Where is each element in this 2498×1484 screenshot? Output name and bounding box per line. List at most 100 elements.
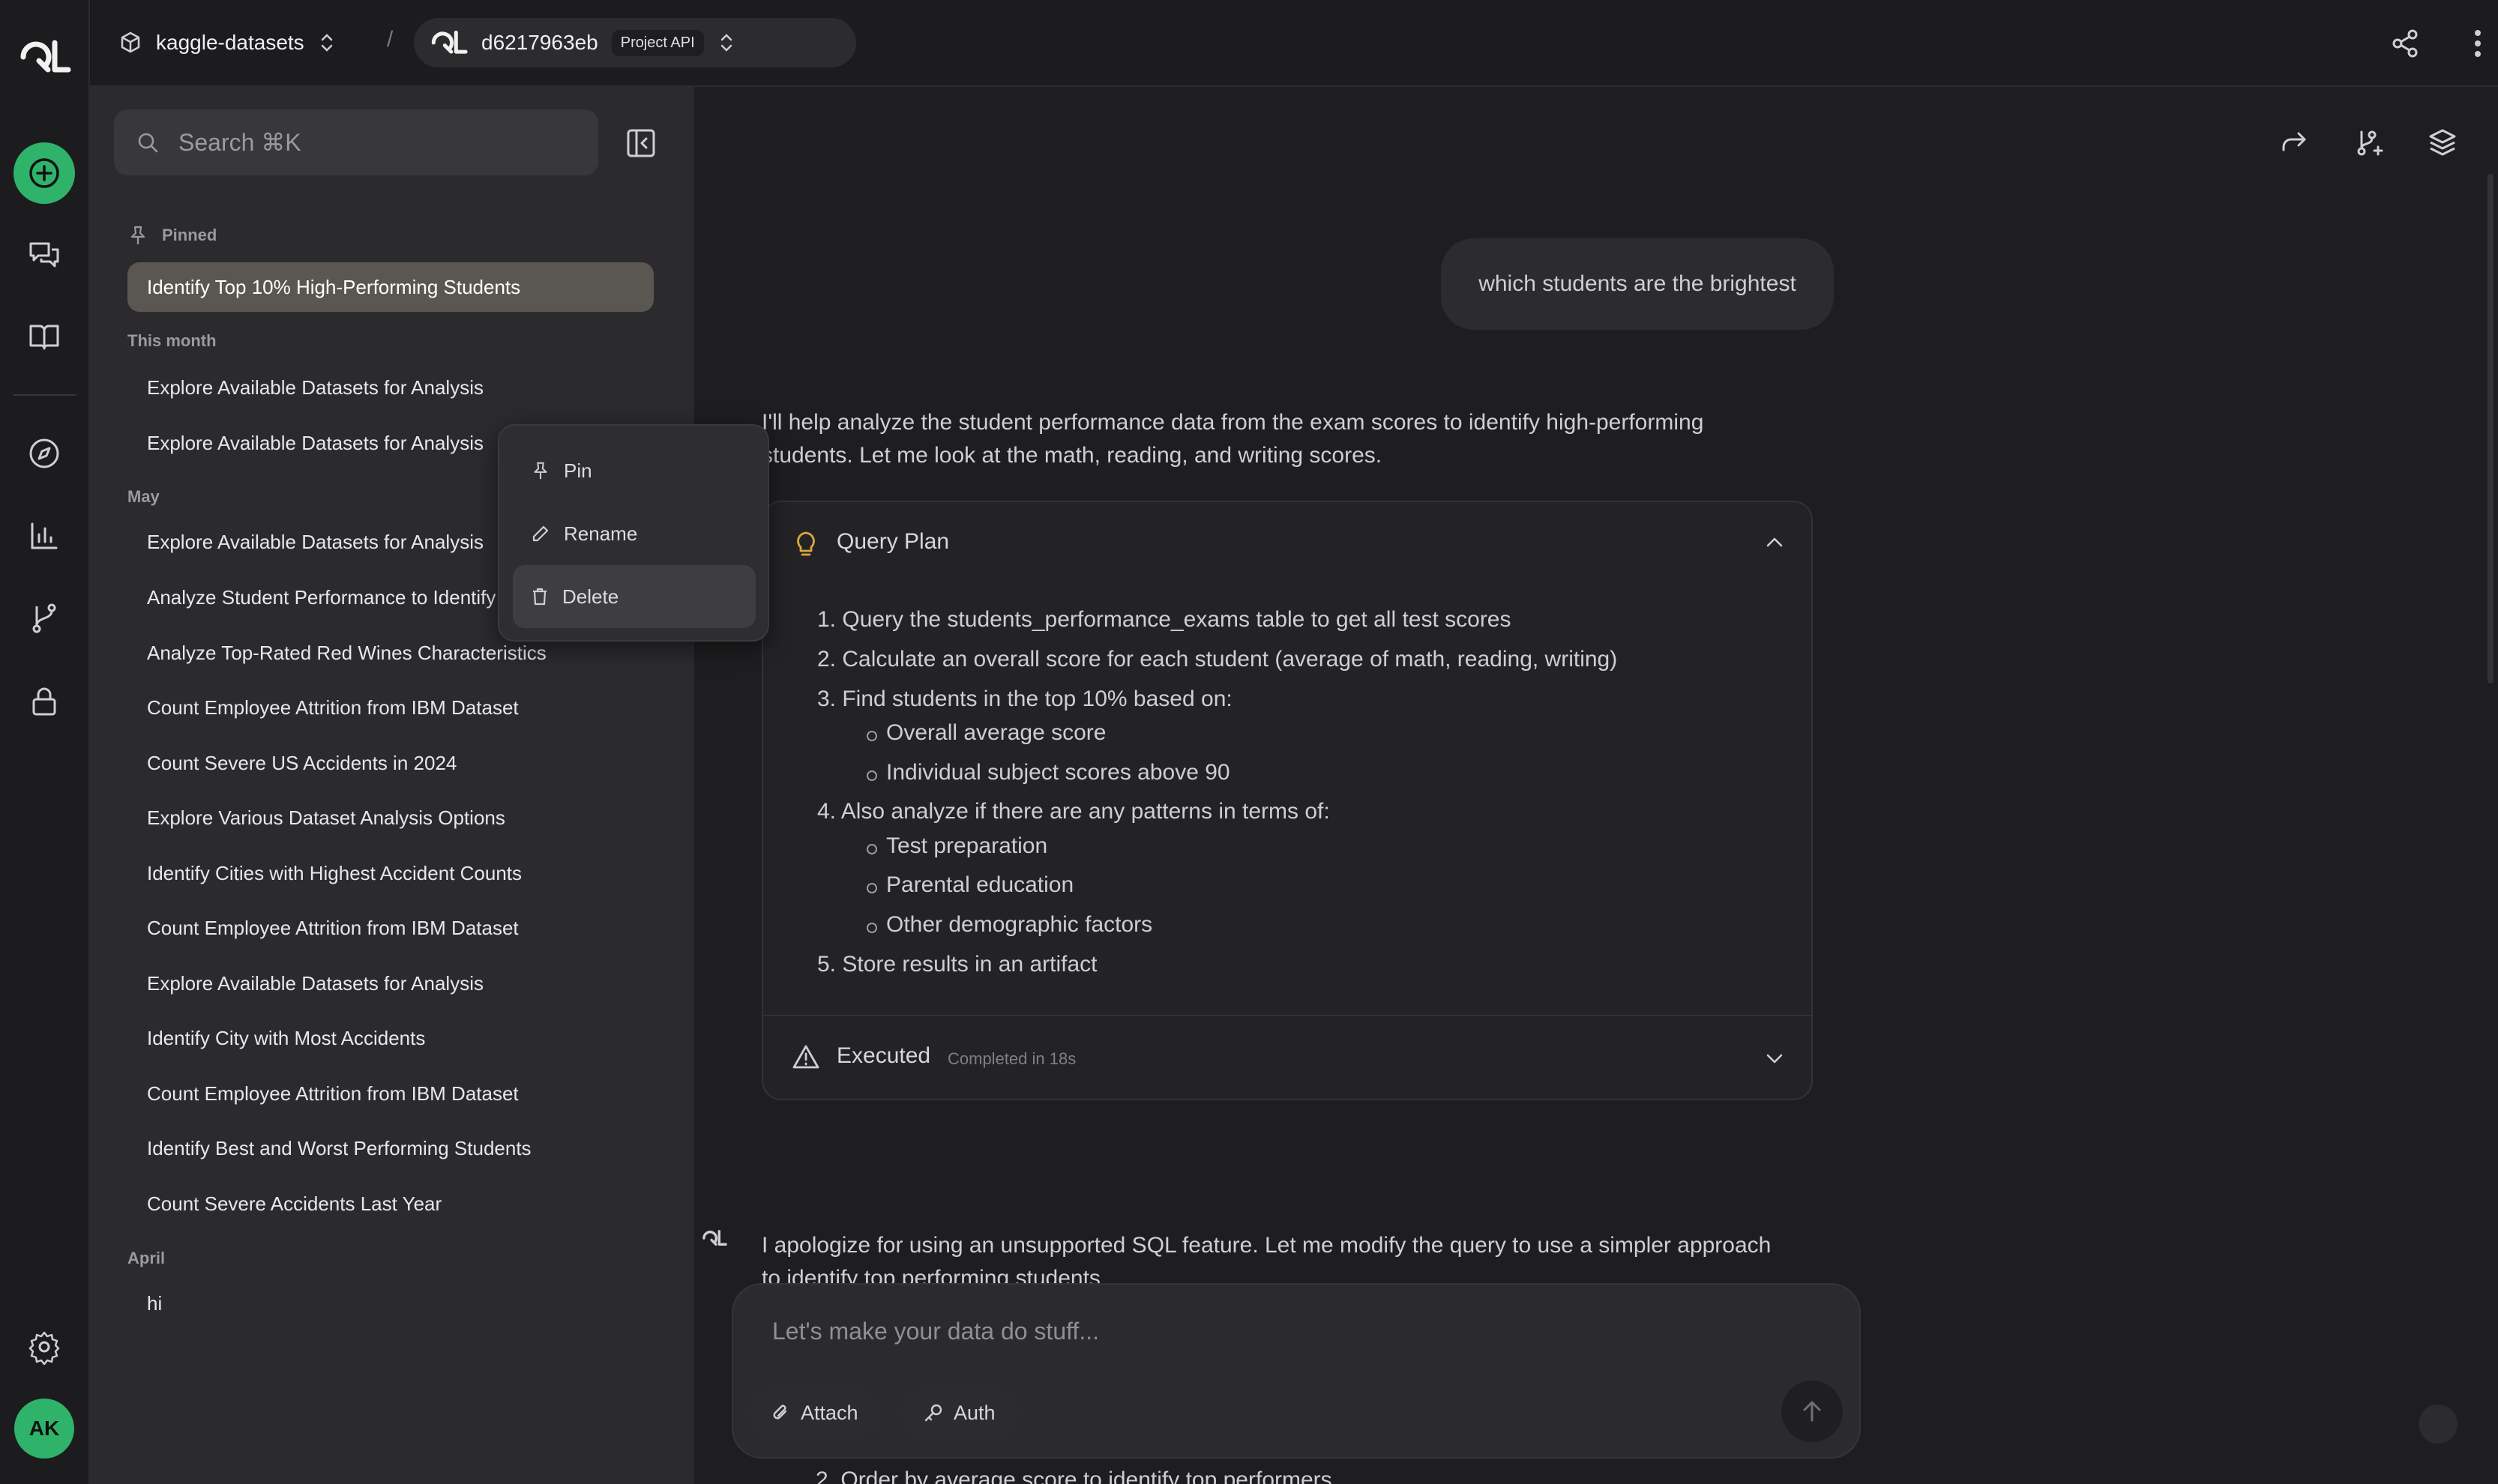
conversation-item[interactable]: Count Severe Accidents Last Year <box>127 1179 654 1228</box>
content-peek: 2. Order by average score to identify to… <box>816 1468 1332 1484</box>
ql-logo-icon <box>431 30 468 54</box>
collapse-sidebar-button[interactable] <box>624 126 658 160</box>
chevron-up-icon <box>1766 537 1783 547</box>
paperclip-icon <box>773 1405 787 1420</box>
search-icon <box>138 133 158 153</box>
chevron-updown-icon <box>321 34 332 52</box>
search-input[interactable]: Search ⌘K <box>178 128 301 157</box>
conversation-context-menu: Pin Rename Delete <box>498 424 769 642</box>
conversation-item[interactable]: Count Employee Attrition from IBM Datase… <box>127 1069 654 1118</box>
explore-nav-button[interactable] <box>13 423 75 484</box>
chat-panel: which students are the brightest I'll he… <box>694 87 2498 1484</box>
query-plan-header[interactable]: Query Plan <box>763 502 1811 585</box>
forward-button[interactable] <box>2276 124 2312 160</box>
conversation-item[interactable]: Identify Best and Worst Performing Stude… <box>127 1123 654 1173</box>
bar-chart-icon <box>31 522 58 549</box>
pinned-group-header: Pinned <box>127 225 217 246</box>
lock-icon <box>32 687 56 716</box>
trash-icon <box>533 588 547 606</box>
redo-arrow-icon <box>2282 132 2306 151</box>
conversation-item[interactable]: Identify City with Most Accidents <box>127 1013 654 1063</box>
conversation-item[interactable]: Count Employee Attrition from IBM Datase… <box>127 903 654 953</box>
plan-substep: Test preparation <box>866 833 1048 858</box>
git-branch-plus-icon <box>2357 130 2383 156</box>
project-selector[interactable]: kaggle-datasets <box>118 19 336 66</box>
arrow-up-icon <box>1803 1401 1821 1422</box>
group-label-this-month: This month <box>127 331 217 350</box>
assistant-message: I'll help analyze the student performanc… <box>762 406 1804 472</box>
plan-substep: Parental education <box>866 872 1074 897</box>
avatar-initials: AK <box>28 1417 60 1440</box>
conversation-item[interactable]: Identify Top 10% High-Performing Student… <box>127 262 654 312</box>
branches-nav-button[interactable] <box>13 588 75 649</box>
plan-step: 3. Find students in the top 10% based on… <box>817 687 1233 711</box>
rail-divider <box>13 394 76 396</box>
avatar[interactable]: AK <box>14 1399 74 1459</box>
assistant-intro-line: I'll help analyze the student performanc… <box>762 410 1704 435</box>
chats-nav-button[interactable] <box>13 225 75 286</box>
conversation-item[interactable]: Explore Available Datasets for Analysis <box>127 363 654 412</box>
menu-item-rename[interactable]: Rename <box>513 502 756 565</box>
chevron-updown-icon <box>720 34 732 52</box>
new-chat-button[interactable] <box>13 142 75 204</box>
auth-label: Auth <box>954 1401 996 1424</box>
pin-icon <box>534 462 547 480</box>
connection-id: d6217963eb <box>481 31 598 54</box>
executed-status: Completed in 18s <box>948 1049 1077 1068</box>
share-button[interactable] <box>2384 22 2426 64</box>
assistant-avatar <box>694 1223 727 1253</box>
group-label-may: May <box>127 487 160 506</box>
user-message-text: which students are the brightest <box>1478 271 1796 296</box>
library-nav-button[interactable] <box>13 306 75 367</box>
query-plan-title: Query Plan <box>837 529 950 554</box>
query-plan-card: Query Plan 1. Query the students_perform… <box>762 501 1813 1100</box>
book-open-icon <box>29 325 59 350</box>
message-input[interactable]: Let's make your data do stuff... <box>772 1318 1099 1345</box>
scroll-indicator[interactable] <box>2419 1405 2458 1444</box>
chevron-down-icon <box>1766 1054 1783 1064</box>
lightbulb-icon <box>797 531 815 556</box>
pinned-label: Pinned <box>162 226 217 244</box>
conversation-item[interactable]: Count Severe US Accidents in 2024 <box>127 738 654 788</box>
conversation-item[interactable]: Count Employee Attrition from IBM Datase… <box>127 683 654 732</box>
menu-item-delete[interactable]: Delete <box>513 565 756 628</box>
scrollbar-thumb[interactable] <box>2488 174 2494 684</box>
assistant-intro-line: students. Let me look at the math, readi… <box>762 443 1382 468</box>
charts-nav-button[interactable] <box>13 505 75 567</box>
plan-step: 1. Query the students_performance_exams … <box>817 607 1511 632</box>
plan-step: 5. Store results in an artifact <box>817 952 1098 977</box>
pin-icon <box>130 226 145 244</box>
settings-nav-button[interactable] <box>13 1316 75 1378</box>
cube-icon <box>121 31 140 53</box>
plus-circle-icon <box>29 158 59 188</box>
sidebar-collapse-icon <box>627 129 655 157</box>
attach-button[interactable]: Attach <box>750 1390 881 1436</box>
menu-item-pin[interactable]: Pin <box>513 439 756 502</box>
kebab-menu-icon <box>2475 30 2481 57</box>
left-rail: AK <box>0 0 90 1484</box>
app-logo[interactable] <box>16 34 73 79</box>
plan-step: 4. Also analyze if there are any pattern… <box>817 799 1330 824</box>
layers-button[interactable] <box>2425 124 2461 160</box>
executed-title: Executed <box>837 1043 931 1068</box>
conversation-item[interactable]: Explore Available Datasets for Analysis <box>127 959 654 1008</box>
auth-button[interactable]: Auth <box>901 1390 1018 1436</box>
search-box[interactable]: Search ⌘K <box>114 109 598 175</box>
conversation-item[interactable]: Explore Various Dataset Analysis Options <box>127 793 654 842</box>
send-button[interactable] <box>1781 1381 1843 1442</box>
more-options-button[interactable] <box>2459 22 2497 64</box>
plan-step: 2. Calculate an overall score for each s… <box>817 647 1618 672</box>
branch-add-button[interactable] <box>2351 124 2387 160</box>
attach-label: Attach <box>801 1401 858 1424</box>
connection-badge: Project API <box>611 29 704 56</box>
key-icon <box>924 1404 942 1422</box>
plan-substep: Overall average score <box>866 720 1107 745</box>
compass-icon <box>29 438 59 468</box>
conversation-item[interactable]: hi <box>127 1279 654 1328</box>
user-message-bubble: which students are the brightest <box>1441 238 1834 330</box>
conversation-item[interactable]: Identify Cities with Highest Accident Co… <box>127 848 654 898</box>
connection-selector[interactable]: d6217963eb Project API <box>414 18 856 67</box>
security-nav-button[interactable] <box>13 670 75 732</box>
executed-header[interactable]: Executed Completed in 18s <box>763 1016 1811 1099</box>
assistant-reply-line: I apologize for using an unsupported SQL… <box>762 1233 1772 1258</box>
